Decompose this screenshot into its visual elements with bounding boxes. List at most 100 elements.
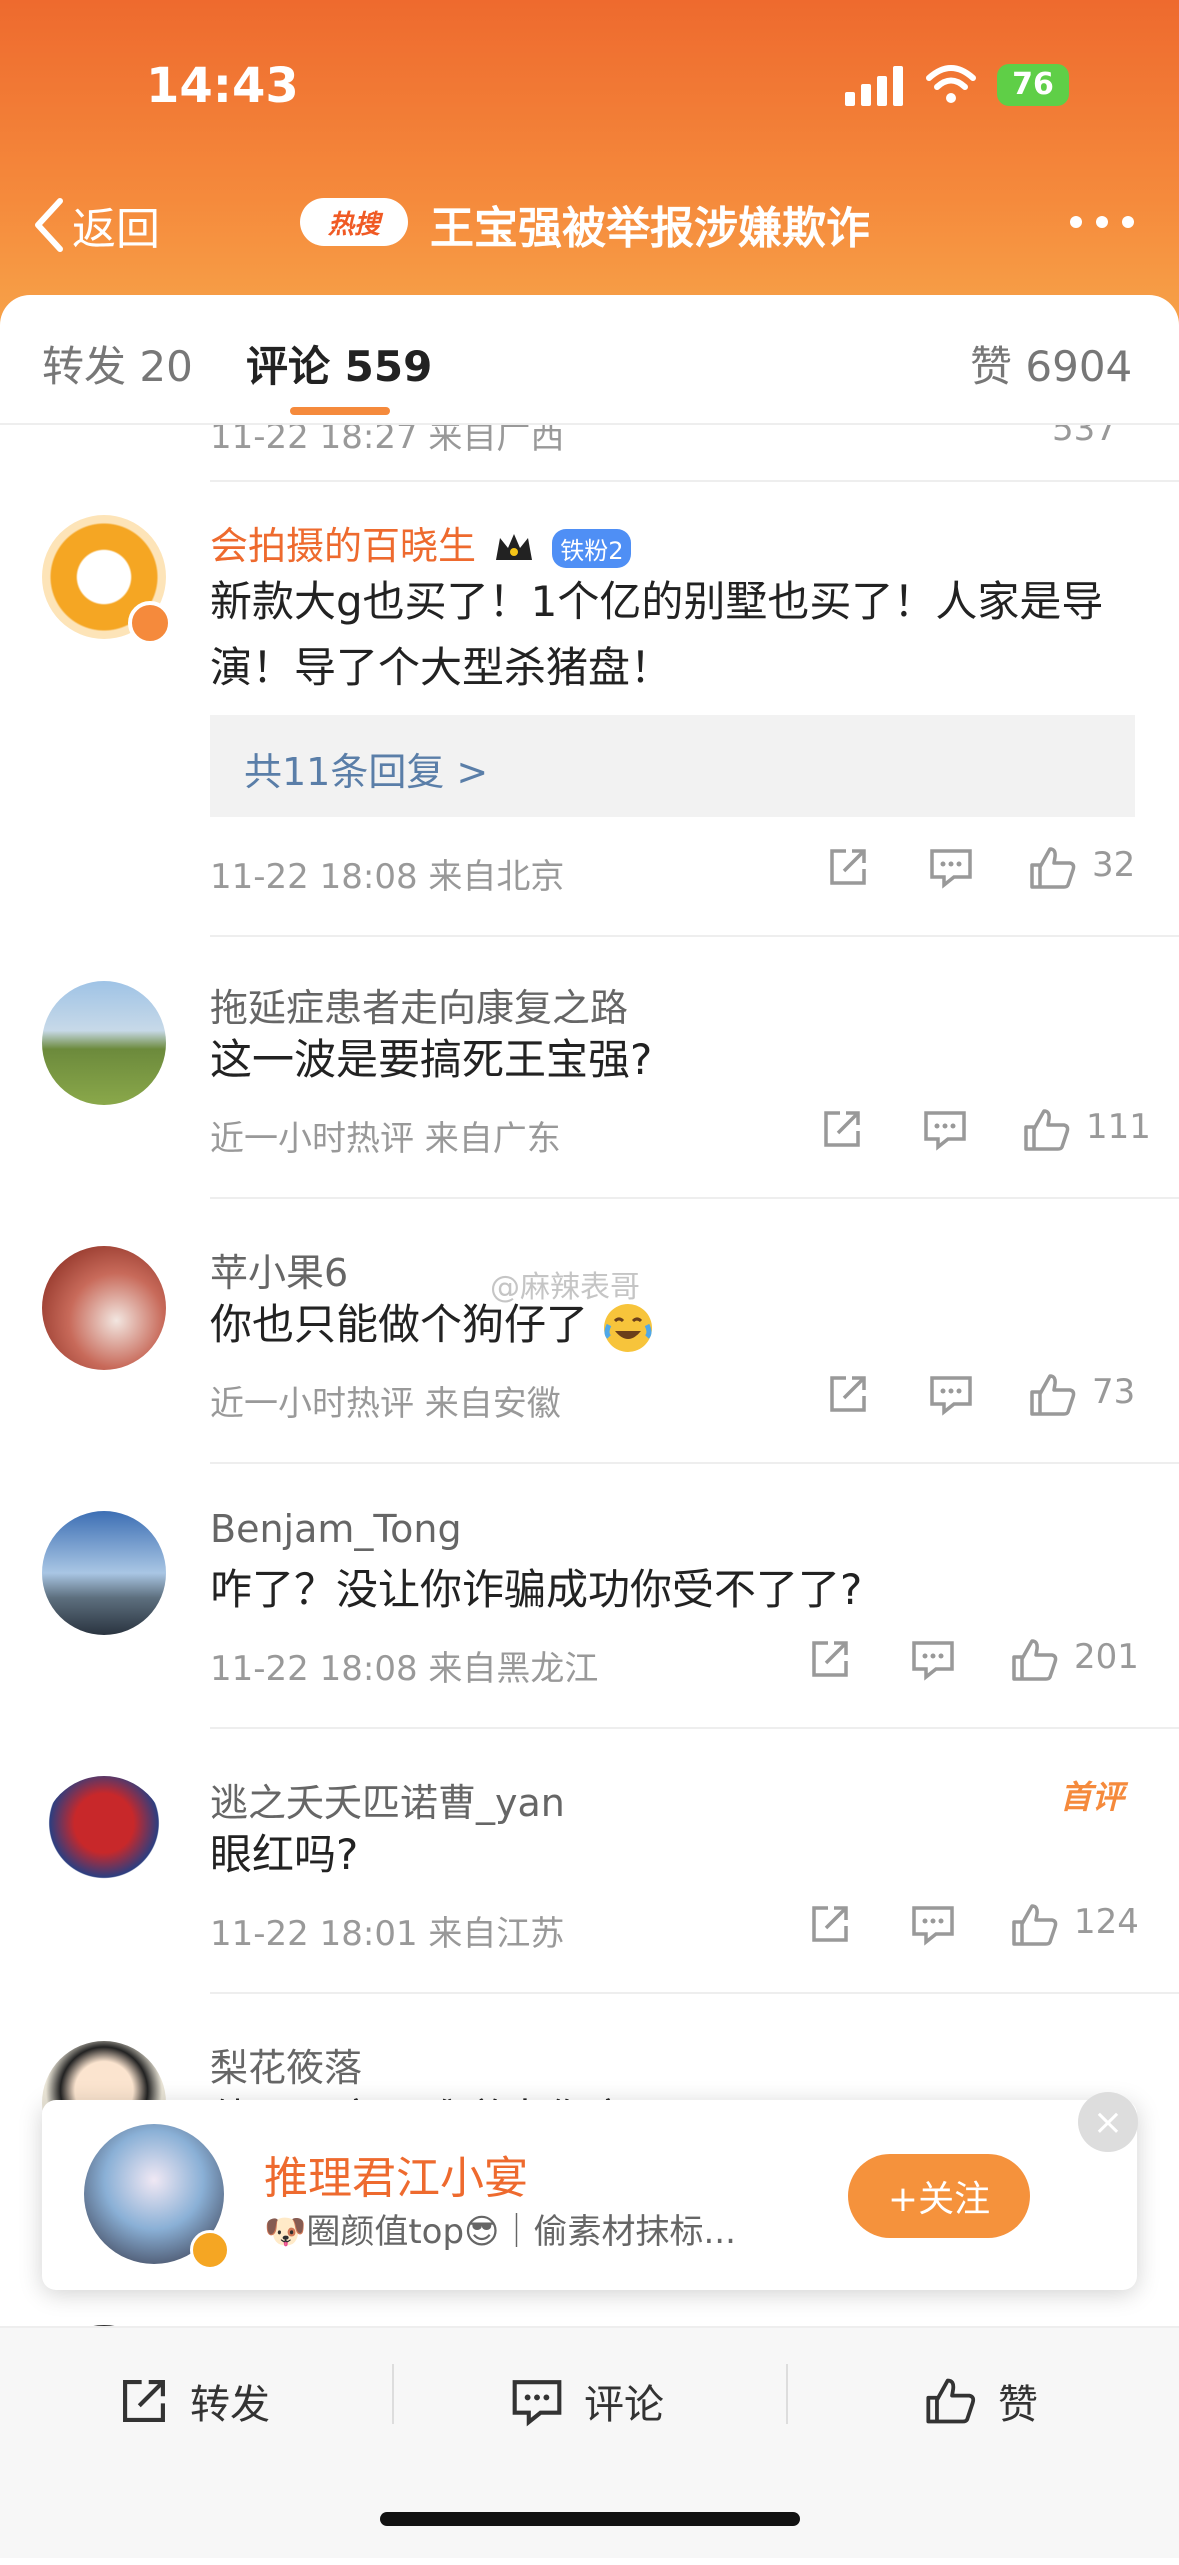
fan-badge: 铁粉2 (552, 529, 632, 568)
comment-meta: 11-22 18:08 来自黑龙江 (210, 1649, 599, 1689)
hot-search-label: 热搜 (327, 209, 380, 240)
comment-meta: 近一小时热评 来自广东 (210, 1119, 561, 1159)
divider (786, 2364, 788, 2424)
divider (210, 480, 1179, 482)
comment-author[interactable]: 梨花筱落 (210, 2037, 362, 2092)
tab-likes[interactable]: 赞 6904 (970, 333, 1132, 394)
comment-icon (512, 2380, 562, 2427)
divider (210, 1462, 1179, 1464)
divider (210, 1727, 1179, 1729)
comment-text: 这一波是要搞死王宝强? (210, 1035, 653, 1084)
battery-indicator: 76 (997, 64, 1069, 106)
comment-actions: 124 (812, 1902, 1140, 1952)
like-count: 32 (1092, 845, 1136, 885)
thumbs-up-icon[interactable] (1028, 1372, 1078, 1418)
divider (210, 1197, 1179, 1199)
comment-actions: 201 (812, 1637, 1140, 1687)
tab-likes-count: 6904 (1025, 342, 1133, 391)
verified-badge-icon (128, 601, 172, 645)
comment-icon[interactable] (922, 1107, 968, 1151)
back-button[interactable]: 返回 (32, 190, 160, 260)
like-count: 111 (1086, 1107, 1151, 1147)
active-tab-indicator (290, 407, 390, 415)
share-icon[interactable] (826, 1372, 870, 1416)
comment-text: 咋了？没让你诈骗成功你受不了了? (210, 1565, 863, 1614)
like-button[interactable]: 赞 (924, 2366, 1038, 2436)
comment-author[interactable]: 会拍摄的百晓生 铁粉2 (210, 515, 632, 570)
thumbs-up-icon[interactable] (1010, 1637, 1060, 1683)
tab-bar: 转发 20 评论 559 赞 6904 (0, 295, 1179, 425)
divider (210, 935, 1179, 937)
divider (210, 1992, 1179, 1994)
comment-item: 会拍摄的百晓生 铁粉2 新款大g也买了！1个亿的别墅也买了！人家是导演！导了个大… (0, 515, 1179, 905)
cellular-signal-icon (845, 66, 905, 106)
like-count: 73 (1092, 1372, 1136, 1412)
comment-icon[interactable] (928, 1372, 974, 1416)
comment-item: 逃之夭夭匹诺曹_yan 首评 眼红吗? 11-22 18:01 来自江苏 124 (0, 1750, 1179, 2000)
comment-item: 拖延症患者走向康复之路 这一波是要搞死王宝强? 近一小时热评 来自广东 111 (0, 955, 1179, 1205)
thumbs-up-icon (926, 2378, 976, 2424)
share-icon[interactable] (826, 845, 870, 889)
comment-icon[interactable] (910, 1902, 956, 1946)
comment-text: 你也只能做个狗仔了 (210, 1292, 1130, 1358)
thumbs-up-icon[interactable] (1022, 1107, 1072, 1153)
comment-icon[interactable] (928, 845, 974, 889)
laughing-crying-emoji-icon (604, 1303, 653, 1352)
tab-comments-count: 559 (344, 342, 433, 391)
close-icon[interactable]: × (1078, 2092, 1138, 2152)
verified-badge-icon (190, 2230, 230, 2270)
recommended-user-description: 🐶圈颜值top😎｜偷素材抹标... (264, 2212, 736, 2252)
replies-link-label: 共11条回复 > (244, 750, 489, 794)
status-time: 14:43 (146, 58, 299, 114)
back-label: 返回 (72, 204, 160, 255)
share-icon (123, 2380, 165, 2422)
hot-search-badge: 热搜 (300, 198, 408, 246)
comment-author[interactable]: 拖延症患者走向康复之路 (210, 977, 628, 1032)
home-indicator (380, 2512, 800, 2526)
recommended-user-card[interactable]: 推理君江小宴 🐶圈颜值top😎｜偷素材抹标... +关注 × (42, 2092, 1138, 2290)
comment-actions: 111 (820, 1107, 1151, 1157)
like-label: 赞 (998, 2382, 1038, 2428)
comment-actions: 32 (820, 845, 1140, 895)
comment-meta: 11-22 18:08 来自北京 (210, 857, 565, 897)
share-icon[interactable] (808, 1902, 852, 1946)
comment-item: 苹小果6 你也只能做个狗仔了 近一小时热评 来自安徽 73 (0, 1220, 1179, 1470)
comment-author[interactable]: 苹小果6 (210, 1242, 348, 1297)
comment-author[interactable]: Benjam_Tong (210, 1507, 462, 1551)
bottom-action-bar: 转发 评论 赞 (0, 2326, 1179, 2558)
tab-likes-label: 赞 (970, 342, 1013, 391)
avatar[interactable] (42, 1511, 166, 1635)
avatar[interactable] (42, 981, 166, 1105)
author-name: 会拍摄的百晓生 (210, 524, 477, 568)
thumbs-up-icon[interactable] (1010, 1902, 1060, 1948)
share-icon[interactable] (808, 1637, 852, 1681)
watermark: @麻辣表哥 (490, 1270, 640, 1305)
list-item: 11-22 18:27 来自广西 537 (0, 425, 1179, 475)
avatar[interactable] (42, 1776, 166, 1900)
comment-meta: 近一小时热评 来自安徽 (210, 1384, 561, 1424)
crown-icon (496, 533, 533, 560)
avatar[interactable] (42, 1246, 166, 1370)
comment-icon[interactable] (910, 1637, 956, 1681)
repost-button[interactable]: 转发 (118, 2366, 270, 2436)
recommended-user-name[interactable]: 推理君江小宴 (264, 2142, 528, 2206)
thumbs-up-icon[interactable] (1028, 845, 1078, 891)
comment-meta: 11-22 18:01 来自江苏 (210, 1914, 565, 1954)
comment-button[interactable]: 评论 (510, 2366, 664, 2436)
header: 14:43 76 返回 热搜 王宝强被举报涉嫌欺诈 (0, 0, 1179, 330)
tab-comments-label: 评论 (246, 342, 331, 391)
tab-comments[interactable]: 评论 559 (246, 333, 432, 394)
chevron-left-icon (35, 198, 63, 252)
comment-item: Benjam_Tong 咋了？没让你诈骗成功你受不了了? 11-22 18:08… (0, 1485, 1179, 1735)
share-icon[interactable] (820, 1107, 864, 1151)
replies-link[interactable]: 共11条回复 > (210, 715, 1135, 817)
like-count: 124 (1074, 1902, 1139, 1942)
comment-author[interactable]: 逃之夭夭匹诺曹_yan (210, 1772, 565, 1827)
tab-reposts-label: 转发 (42, 342, 127, 391)
comment-actions: 73 (820, 1372, 1140, 1422)
more-options-icon[interactable] (1070, 216, 1134, 230)
like-count: 201 (1074, 1637, 1139, 1677)
tab-reposts[interactable]: 转发 20 (42, 333, 193, 394)
like-count: 537 (1052, 425, 1117, 449)
follow-button[interactable]: +关注 (848, 2154, 1030, 2238)
